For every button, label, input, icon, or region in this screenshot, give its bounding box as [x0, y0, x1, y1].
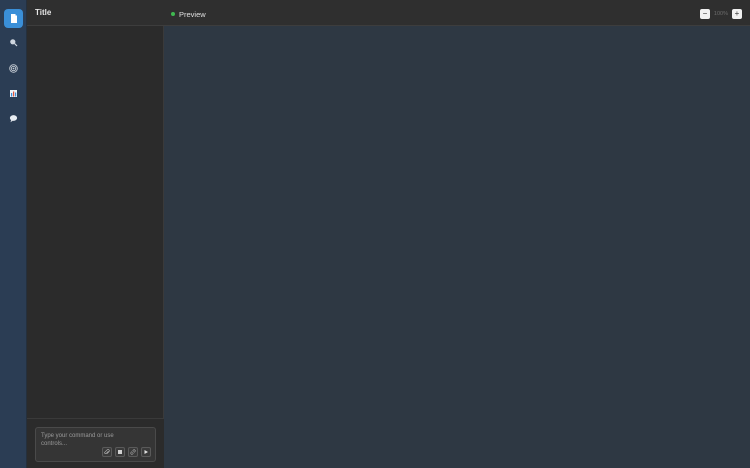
preview-pane: Preview − 100% +: [164, 0, 750, 468]
send-button[interactable]: [141, 447, 151, 457]
icon-rail: [0, 0, 27, 468]
panel-title: Title: [35, 8, 52, 17]
link-icon: [130, 449, 136, 455]
command-input[interactable]: Type your command or use controls...: [41, 433, 141, 448]
stop-button[interactable]: [115, 447, 125, 457]
chart-icon: [10, 90, 17, 97]
chat-bubble-icon: [9, 115, 18, 123]
panel-footer: Type your command or use controls...: [27, 418, 164, 468]
command-composer: Type your command or use controls...: [35, 427, 156, 462]
target-icon: [9, 64, 18, 73]
rail-item-target[interactable]: [4, 59, 23, 78]
composer-toolbar: [102, 447, 151, 457]
send-icon: [144, 450, 148, 454]
attach-icon: [104, 449, 110, 455]
panel-header: Title: [27, 0, 164, 26]
link-button[interactable]: [128, 447, 138, 457]
rail-item-chat[interactable]: [4, 109, 23, 128]
status-indicator: [171, 12, 175, 16]
search-icon: [10, 39, 18, 47]
conversation-panel: Title Type your command or use controls.…: [27, 0, 164, 468]
preview-canvas: [164, 26, 750, 468]
zoom-out-button[interactable]: −: [699, 9, 710, 19]
document-icon: [10, 14, 17, 23]
zoom-level: 100%: [713, 11, 728, 17]
rail-item-documents[interactable]: [4, 9, 23, 28]
stop-icon: [118, 450, 122, 454]
zoom-in-button[interactable]: +: [732, 9, 742, 19]
rail-item-charts[interactable]: [4, 84, 23, 103]
preview-header: Preview − 100% +: [164, 0, 750, 26]
rail-item-search[interactable]: [4, 33, 23, 52]
app-window: Title Type your command or use controls.…: [0, 0, 750, 468]
attach-button[interactable]: [102, 447, 112, 457]
zoom-controls: − 100% +: [699, 9, 742, 19]
preview-title: Preview: [179, 10, 206, 19]
